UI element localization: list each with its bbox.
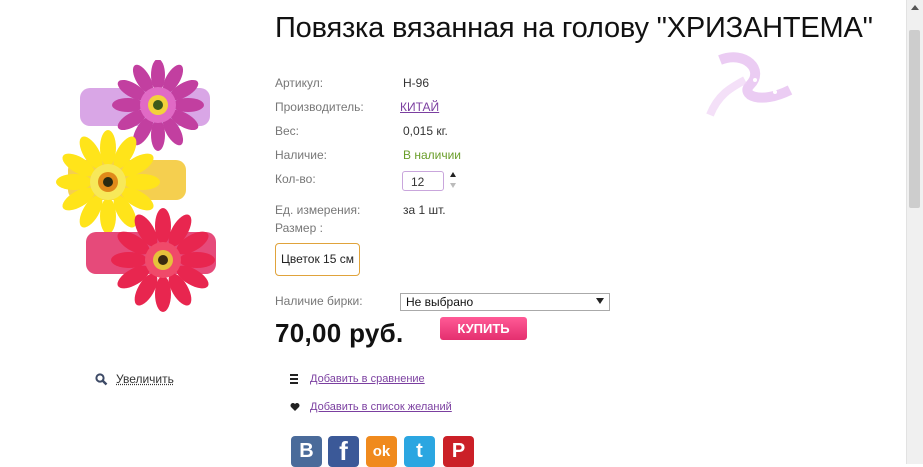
attr-label-quantity: Кол-во: <box>275 172 316 186</box>
size-option-button[interactable]: Цветок 15 см <box>275 243 360 276</box>
attr-value-unit: за 1 шт. <box>403 203 446 217</box>
wishlist-link: Добавить в список желаний <box>310 401 452 413</box>
compare-link: Добавить в сравнение <box>310 373 425 385</box>
attr-value-availability: В наличии <box>403 148 462 162</box>
price: 70,00 руб. <box>275 318 404 348</box>
facebook-share-icon[interactable]: f <box>328 436 359 467</box>
attr-label-availability: Наличие: <box>275 148 328 162</box>
attr-label-unit: Ед. измерения: <box>275 203 361 217</box>
quantity-up-icon[interactable] <box>450 172 456 177</box>
vk-share-icon[interactable]: B <box>291 436 322 467</box>
attr-label-size: Размер : <box>275 221 323 235</box>
attr-label-sku: Артикул: <box>275 76 324 90</box>
pinterest-share-icon[interactable]: P <box>443 436 474 467</box>
scrollbar-thumb[interactable] <box>909 30 920 208</box>
heart-icon <box>290 403 300 411</box>
magnifier-icon <box>95 372 108 385</box>
product-image[interactable] <box>8 60 258 320</box>
zoom-label: Увеличить <box>116 372 174 386</box>
twitter-share-icon[interactable]: t <box>404 436 435 467</box>
purple-flower <box>112 60 204 151</box>
tag-select-value: Не выбрано <box>406 295 474 309</box>
quantity-input[interactable]: 12 <box>402 171 444 191</box>
tag-label: Наличие бирки: <box>275 294 363 308</box>
attr-label-manufacturer: Производитель: <box>275 100 364 114</box>
dropdown-arrow-icon <box>596 298 604 304</box>
attr-value-weight: 0,015 кг. <box>403 124 448 138</box>
odnoklassniki-share-icon[interactable]: ok <box>366 436 397 467</box>
wishlist-action[interactable]: Добавить в список желаний <box>290 401 452 413</box>
ribbon-decoration <box>706 52 793 117</box>
scroll-up-arrow-icon[interactable] <box>911 5 919 10</box>
attr-value-sku: Н-96 <box>403 76 430 90</box>
tag-select[interactable]: Не выбрано <box>400 293 610 311</box>
attr-label-weight: Вес: <box>275 124 300 138</box>
manufacturer-link[interactable]: КИТАЙ <box>400 100 439 114</box>
buy-button[interactable]: КУПИТЬ <box>440 317 527 340</box>
product-title: Повязка вязанная на голову "ХРИЗАНТЕМА" <box>275 12 873 44</box>
list-icon <box>290 374 298 384</box>
compare-action[interactable]: Добавить в сравнение <box>290 373 425 385</box>
quantity-down-icon[interactable] <box>450 183 456 188</box>
zoom-link[interactable]: Увеличить <box>95 372 174 386</box>
